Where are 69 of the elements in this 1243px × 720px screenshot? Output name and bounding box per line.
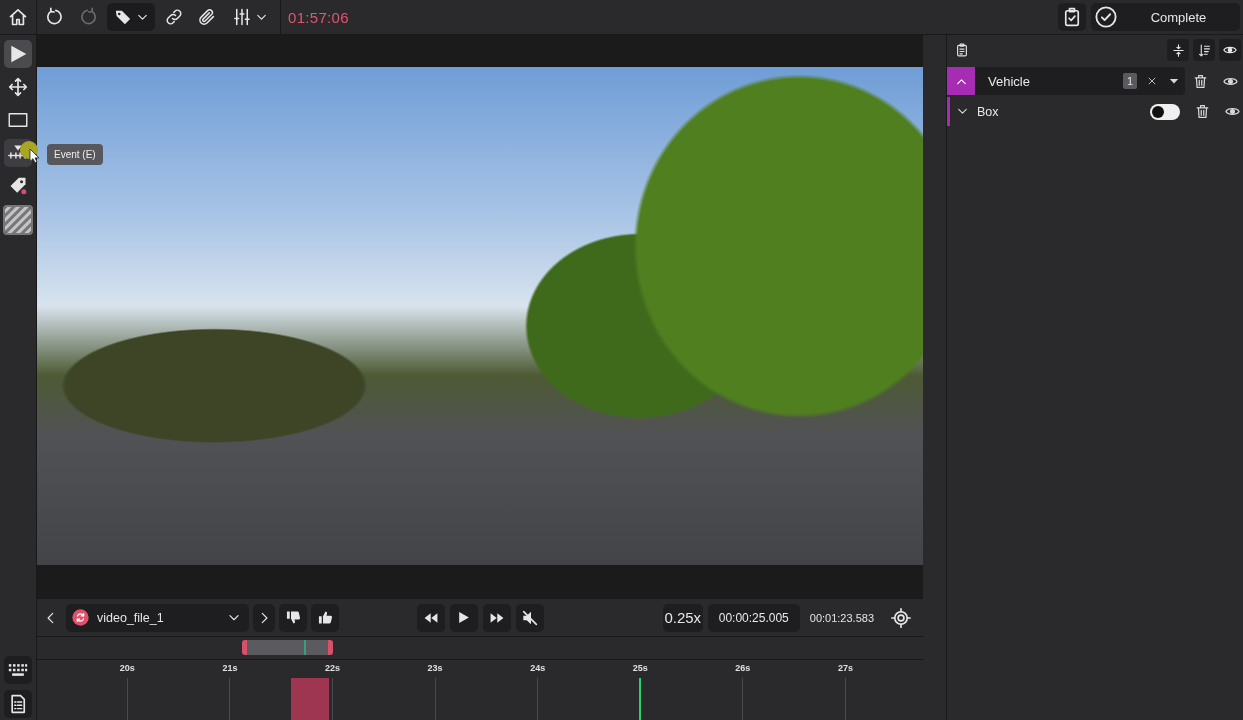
visibility-toggle[interactable] bbox=[1150, 103, 1180, 120]
report-button[interactable] bbox=[4, 690, 32, 718]
next-button[interactable] bbox=[253, 603, 275, 632]
rectangle-icon bbox=[8, 110, 28, 130]
tick-label: 22s bbox=[324, 663, 340, 674]
class-header[interactable]: Vehicle 1 bbox=[975, 67, 1185, 95]
select-tool-button[interactable] bbox=[4, 40, 32, 68]
collapse-all-button[interactable] bbox=[1167, 39, 1189, 61]
redo-icon bbox=[78, 7, 98, 27]
sliders-icon bbox=[232, 8, 251, 26]
thumbs-down-icon bbox=[285, 610, 301, 625]
fast-forward-button[interactable] bbox=[482, 603, 511, 632]
visibility-button[interactable] bbox=[1219, 39, 1241, 61]
paperclip-icon bbox=[198, 8, 216, 26]
thumbs-down-button[interactable] bbox=[279, 603, 307, 632]
mute-button[interactable] bbox=[515, 603, 544, 632]
file-icon bbox=[72, 609, 89, 626]
trash-icon bbox=[1192, 73, 1208, 89]
trash-icon bbox=[1194, 104, 1210, 119]
clipboard-icon bbox=[955, 43, 969, 57]
sort-icon bbox=[1197, 43, 1211, 57]
home-icon bbox=[8, 7, 28, 27]
tag-icon bbox=[8, 176, 28, 196]
sort-button[interactable] bbox=[1193, 39, 1215, 61]
caret-down-icon bbox=[1169, 76, 1179, 86]
link-icon bbox=[165, 8, 183, 26]
thumbs-up-button[interactable] bbox=[311, 603, 339, 632]
play-icon bbox=[457, 611, 470, 624]
clipboard-check-icon bbox=[1062, 7, 1082, 27]
playhead-marker bbox=[304, 640, 306, 655]
tooltip: Event (E) bbox=[47, 144, 103, 165]
count-badge: 1 bbox=[1122, 73, 1137, 89]
play-button[interactable] bbox=[449, 603, 478, 632]
pointer-icon bbox=[8, 44, 28, 64]
playhead[interactable] bbox=[639, 678, 642, 720]
timer: 01:57:06 bbox=[287, 8, 349, 26]
pattern-tool-button[interactable] bbox=[3, 205, 33, 235]
move-icon bbox=[8, 77, 28, 97]
tick-label: 26s bbox=[735, 663, 751, 674]
thumbs-up-icon bbox=[317, 610, 333, 625]
undo-icon bbox=[45, 7, 65, 27]
keyboard-button[interactable] bbox=[4, 656, 32, 684]
tick-label: 20s bbox=[119, 663, 135, 674]
review-button[interactable] bbox=[1058, 3, 1086, 31]
check-circle-icon bbox=[1095, 6, 1117, 28]
target-icon bbox=[891, 607, 911, 628]
file-select[interactable]: video_file_1 bbox=[66, 603, 249, 632]
tick-label: 27s bbox=[837, 663, 853, 674]
tick-label: 21s bbox=[222, 663, 238, 674]
speed-button[interactable]: 0.25x bbox=[662, 603, 703, 632]
attribute-name: Box bbox=[976, 104, 1000, 119]
muted-speaker-icon bbox=[521, 609, 538, 626]
close-icon bbox=[1147, 76, 1157, 86]
complete-button[interactable]: Complete bbox=[1091, 3, 1240, 31]
class-name: Vehicle bbox=[988, 73, 1031, 89]
label-menu-button[interactable] bbox=[107, 3, 155, 31]
rewind-button[interactable] bbox=[416, 603, 445, 632]
current-time: 00:00:25.005 bbox=[707, 603, 800, 632]
tick-label: 23s bbox=[427, 663, 443, 674]
rewind-icon bbox=[423, 610, 438, 625]
tick-label: 24s bbox=[530, 663, 546, 674]
fast-forward-icon bbox=[489, 610, 504, 625]
timeline-track[interactable]: 20s 21s 22s 23s 24s 25s 26s 27s bbox=[37, 659, 923, 720]
document-icon bbox=[8, 694, 28, 714]
striped-tile-icon bbox=[5, 207, 31, 233]
duration: 00:01:23.583 bbox=[809, 611, 874, 624]
tag-icon bbox=[113, 8, 132, 26]
compress-icon bbox=[1171, 43, 1185, 57]
tick-label: 25s bbox=[632, 663, 648, 674]
